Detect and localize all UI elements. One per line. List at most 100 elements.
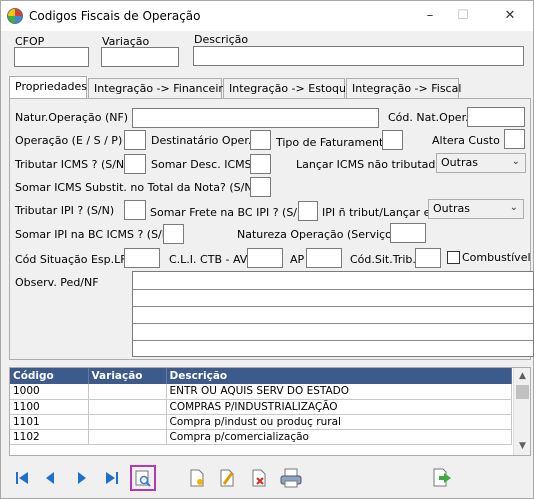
first-record-icon [16, 472, 28, 484]
table-row[interactable]: 1101 Compra p/indust ou produç rural [10, 414, 512, 430]
ap-label: AP [290, 253, 305, 266]
ipi-lancar-select[interactable]: Outras ⌄ [428, 199, 524, 219]
combustivel-checkbox[interactable] [447, 251, 460, 264]
cod-sit-trib-label: Cód.Sit.Trib. [350, 253, 416, 266]
descricao-input[interactable] [193, 46, 524, 66]
chevron-down-icon: ⌄ [509, 202, 518, 213]
next-record-icon [78, 472, 86, 484]
window: Codigos Fiscais de Operação – ☐ ✕ CFOP V… [0, 0, 534, 499]
column-header-variacao[interactable]: Variação [88, 368, 167, 384]
lancar-icms-label: Lançar ICMS não tributado [296, 158, 443, 171]
next-record-button[interactable] [69, 465, 95, 491]
cfop-grid[interactable]: Código Variação Descrição 1000 ENTR OU A… [9, 367, 531, 456]
exit-icon [433, 468, 451, 487]
cell-codigo: 1000 [10, 384, 89, 400]
tab-integracao-financeiro[interactable]: Integração -> Financeiro [88, 78, 229, 99]
somar-ipi-bc-input[interactable] [163, 224, 184, 244]
operacao-input[interactable] [124, 130, 146, 150]
ipi-nao-tribut-label: IPI ñ tribut/Lançar em [322, 206, 442, 219]
column-header-descricao[interactable]: Descrição [166, 368, 512, 384]
cell-variacao [88, 399, 167, 415]
prev-record-icon [46, 472, 54, 484]
memo-line [133, 289, 533, 290]
natur-operacao-input[interactable] [132, 108, 379, 128]
first-record-button[interactable] [9, 465, 35, 491]
destinatario-input[interactable] [250, 130, 271, 150]
cli-ctb-input[interactable] [247, 248, 283, 268]
somar-icms-subst-input[interactable] [250, 177, 271, 197]
tributar-ipi-input[interactable] [124, 200, 146, 220]
properties-panel: Natur.Operação (NF) Cód. Nat.Oper. Opera… [9, 98, 534, 360]
cod-situacao-label: Cód Situação Esp.LFS [15, 253, 134, 266]
cell-codigo: 1101 [10, 414, 89, 430]
cli-ctb-label: C.L.I. CTB - AV [169, 253, 248, 266]
tributar-icms-input[interactable] [124, 154, 146, 174]
app-icon [7, 8, 23, 24]
search-button[interactable] [130, 465, 156, 491]
last-record-icon [106, 472, 118, 484]
somar-icms-subst-label: Somar ICMS Substit. no Total da Nota? (S… [15, 181, 257, 194]
tipo-faturamento-input[interactable] [382, 130, 403, 150]
ipi-lancar-value: Outras [433, 202, 470, 215]
new-record-icon [190, 469, 204, 487]
memo-line [133, 340, 533, 341]
print-button[interactable] [278, 465, 304, 491]
altera-custo-label: Altera Custo [432, 134, 500, 147]
destinatario-label: Destinatário Oper. [151, 134, 252, 147]
somar-ipi-bc-label: Somar IPI na BC ICMS ? (S/N) [15, 228, 175, 241]
search-icon [135, 470, 151, 487]
natureza-servicos-input[interactable] [390, 223, 426, 243]
somar-frete-input[interactable] [298, 201, 318, 221]
grid-scrollbar[interactable]: ▲ ▼ [513, 368, 530, 455]
natureza-servicos-label: Natureza Operação (Serviços) [237, 228, 402, 241]
altera-custo-input[interactable] [504, 129, 525, 149]
observ-label: Observ. Ped/NF [15, 276, 99, 289]
cod-situacao-input[interactable] [124, 248, 160, 268]
minimize-button[interactable]: – [415, 5, 445, 27]
scroll-thumb[interactable] [516, 385, 529, 399]
tab-propriedades[interactable]: Propriedades [9, 76, 87, 98]
delete-icon [252, 469, 266, 487]
close-button[interactable]: ✕ [495, 5, 525, 27]
print-icon [280, 468, 302, 488]
cell-descricao: Compra p/indust ou produç rural [166, 414, 512, 430]
tributar-icms-label: Tributar ICMS ? (S/N) [15, 158, 129, 171]
cell-descricao: COMPRAS P/INDUSTRIALIZAÇÃO [166, 399, 512, 415]
cell-descricao: Compra p/comercialização [166, 429, 512, 445]
cod-nat-oper-input[interactable] [467, 107, 525, 127]
edit-icon [220, 469, 234, 487]
cfop-input[interactable] [14, 47, 89, 67]
exit-button[interactable] [429, 465, 455, 491]
lancar-icms-select[interactable]: Outras ⌄ [436, 153, 526, 173]
cod-nat-oper-label: Cód. Nat.Oper. [388, 111, 469, 124]
column-header-codigo[interactable]: Código [10, 368, 89, 384]
ap-input[interactable] [306, 248, 342, 268]
bottom-toolbar [1, 461, 533, 497]
delete-button[interactable] [246, 465, 272, 491]
operacao-label: Operação (E / S / P) [15, 134, 123, 147]
last-record-button[interactable] [99, 465, 125, 491]
maximize-button[interactable]: ☐ [448, 5, 478, 27]
table-row[interactable]: 1100 COMPRAS P/INDUSTRIALIZAÇÃO [10, 399, 512, 415]
cell-codigo: 1100 [10, 399, 89, 415]
table-row[interactable]: 1000 ENTR OU AQUIS SERV DO ESTADO [10, 384, 512, 400]
scroll-down-icon[interactable]: ▼ [514, 438, 530, 455]
scroll-up-icon[interactable]: ▲ [514, 368, 530, 385]
variacao-input[interactable] [101, 47, 179, 67]
prev-record-button[interactable] [37, 465, 63, 491]
cod-sit-trib-input[interactable] [415, 248, 441, 268]
tab-integracao-fiscal[interactable]: Integração -> Fiscal [346, 78, 461, 99]
memo-line [133, 323, 533, 324]
cell-codigo: 1102 [10, 429, 89, 445]
somar-frete-label: Somar Frete na BC IPI ? (S/N) [150, 206, 310, 219]
table-row[interactable]: 1102 Compra p/comercialização [10, 429, 512, 445]
tipo-faturamento-label: Tipo de Faturamento [276, 136, 390, 149]
cfop-table: Código Variação Descrição 1000 ENTR OU A… [10, 368, 512, 445]
tributar-ipi-label: Tributar IPI ? (S/N) [15, 204, 115, 217]
edit-button[interactable] [214, 465, 240, 491]
tab-integracao-estoque[interactable]: Integração -> Estoque [223, 78, 353, 99]
memo-line [133, 306, 533, 307]
observ-memo[interactable] [132, 271, 534, 357]
new-record-button[interactable] [184, 465, 210, 491]
somar-desc-icms-input[interactable] [250, 154, 271, 174]
